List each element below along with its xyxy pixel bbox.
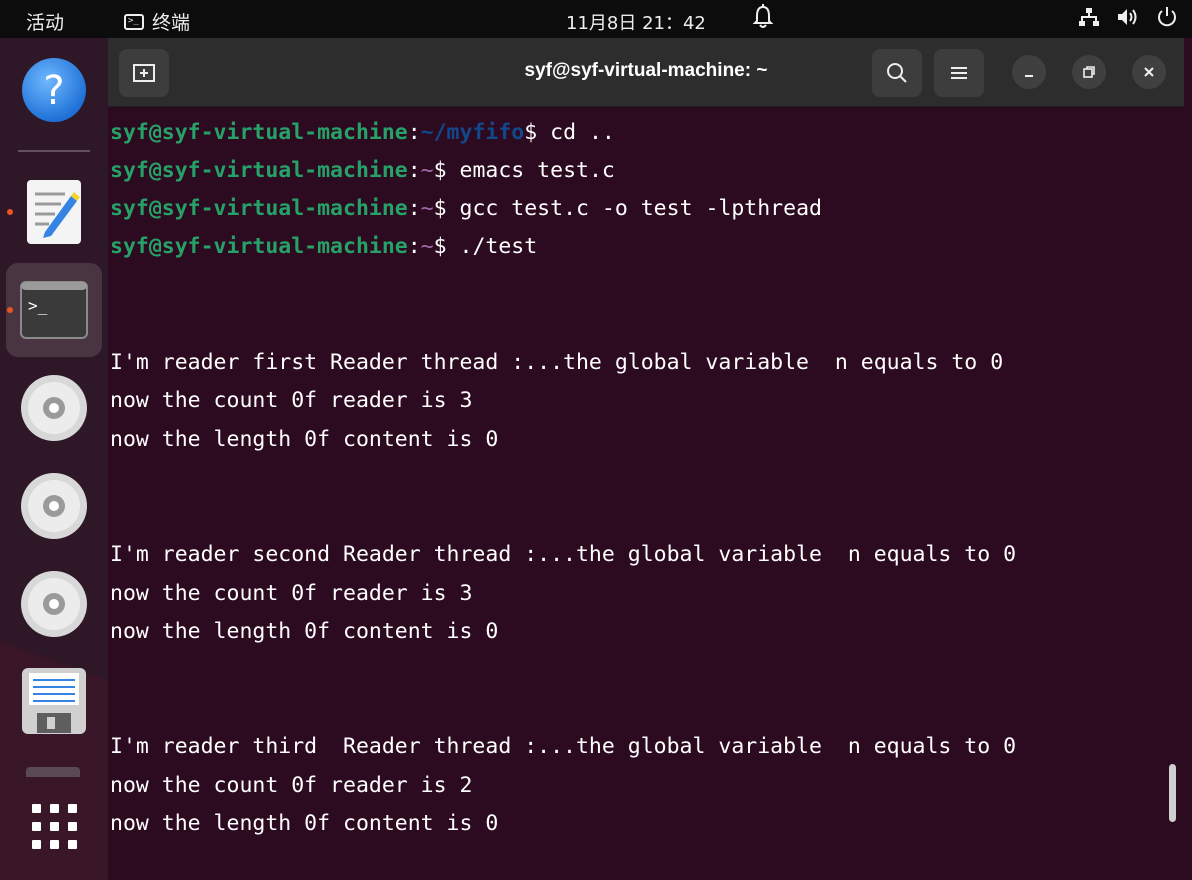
command-text: emacs test.c <box>446 158 615 183</box>
help-icon: ? <box>22 58 86 122</box>
prompt-user: syf@syf-virtual-machine <box>110 234 408 259</box>
output-line: now the length 0f content is 0 <box>110 811 499 836</box>
output-line: I'm reader second Reader thread :...the … <box>110 542 1017 567</box>
restore-icon <box>1083 66 1095 78</box>
system-tray[interactable] <box>1078 6 1178 32</box>
prompt-path: ~ <box>420 196 434 221</box>
output-line: now the count 0f reader is 3 <box>110 581 473 606</box>
search-icon <box>887 63 907 83</box>
command-line: syf@syf-virtual-machine:~$ ./test <box>110 234 538 259</box>
top-bar: 活动 >_ 终端 11月8日 21：42 <box>0 0 1192 38</box>
terminal-icon: >_ <box>20 281 88 339</box>
output-line: I'm reader third Reader thread :...the g… <box>110 734 1017 759</box>
svg-text:>_: >_ <box>28 296 48 315</box>
prompt-path: ~ <box>420 234 434 259</box>
command-line: syf@syf-virtual-machine:~$ emacs test.c <box>110 158 615 183</box>
terminal-app-icon: >_ <box>124 13 144 30</box>
network-icon[interactable] <box>1078 6 1100 32</box>
command-text: cd .. <box>537 120 615 145</box>
save-icon <box>22 668 86 734</box>
dock-disc-1[interactable] <box>18 372 90 444</box>
dock: ? >_ <box>0 38 108 880</box>
clock[interactable]: 11月8日 21：42 <box>566 9 706 35</box>
command-line: syf@syf-virtual-machine:~/myfifo$ cd .. <box>110 120 615 145</box>
disc-icon <box>21 375 87 441</box>
svg-text:?: ? <box>43 68 64 114</box>
output-line: now the count 0f reader is 3 <box>110 388 473 413</box>
prompt-user: syf@syf-virtual-machine <box>110 196 408 221</box>
volume-icon[interactable] <box>1116 6 1140 32</box>
running-indicator <box>7 209 13 215</box>
app-menu[interactable]: >_ 终端 <box>124 8 190 35</box>
prompt-user: syf@syf-virtual-machine <box>110 120 408 145</box>
command-text: ./test <box>446 234 538 259</box>
command-text: gcc test.c -o test -lpthread <box>446 196 822 221</box>
minimize-button[interactable] <box>1012 55 1046 89</box>
output-line: now the length 0f content is 0 <box>110 619 499 644</box>
dock-text-editor[interactable] <box>18 176 90 248</box>
minimize-icon <box>1025 75 1033 77</box>
dock-terminal[interactable]: >_ <box>6 263 102 357</box>
prompt-path: ~/myfifo <box>420 120 525 145</box>
terminal-output[interactable]: syf@syf-virtual-machine:~/myfifo$ cd .. … <box>110 106 1170 880</box>
running-indicator <box>7 307 13 313</box>
menu-button[interactable] <box>934 49 984 97</box>
output-line: now the count 0f reader is 2 <box>110 773 473 798</box>
dock-separator <box>18 150 90 152</box>
output-line: now the length 0f content is 0 <box>110 427 499 452</box>
dock-disc-2[interactable] <box>18 470 90 542</box>
hamburger-menu-icon <box>951 67 967 79</box>
restore-button[interactable] <box>1072 55 1106 89</box>
scrollbar[interactable] <box>1169 764 1176 822</box>
power-icon[interactable] <box>1156 6 1178 32</box>
show-apps-button[interactable] <box>18 790 90 862</box>
disc-icon <box>21 473 87 539</box>
text-editor-icon <box>27 180 81 244</box>
apps-grid-icon <box>32 804 77 849</box>
command-line: syf@syf-virtual-machine:~$ gcc test.c -o… <box>110 196 822 221</box>
app-menu-label: 终端 <box>152 12 191 34</box>
header-bar[interactable]: syf@syf-virtual-machine: ~ <box>108 38 1184 107</box>
dock-disc-3[interactable] <box>18 568 90 640</box>
close-button[interactable] <box>1132 55 1166 89</box>
dock-help[interactable]: ? <box>18 54 90 126</box>
terminal-window: syf@syf-virtual-machine: ~ syf@syf-virtu… <box>108 38 1184 880</box>
dock-save[interactable] <box>18 665 90 737</box>
activities-button[interactable]: 活动 <box>26 8 64 35</box>
dock-partial-item <box>26 767 80 777</box>
search-button[interactable] <box>872 49 922 97</box>
close-icon <box>1144 67 1154 77</box>
disc-icon <box>21 571 87 637</box>
prompt-user: syf@syf-virtual-machine <box>110 158 408 183</box>
notification-bell-icon[interactable] <box>752 4 774 34</box>
prompt-path: ~ <box>420 158 434 183</box>
output-line: I'm reader first Reader thread :...the g… <box>110 350 1004 375</box>
